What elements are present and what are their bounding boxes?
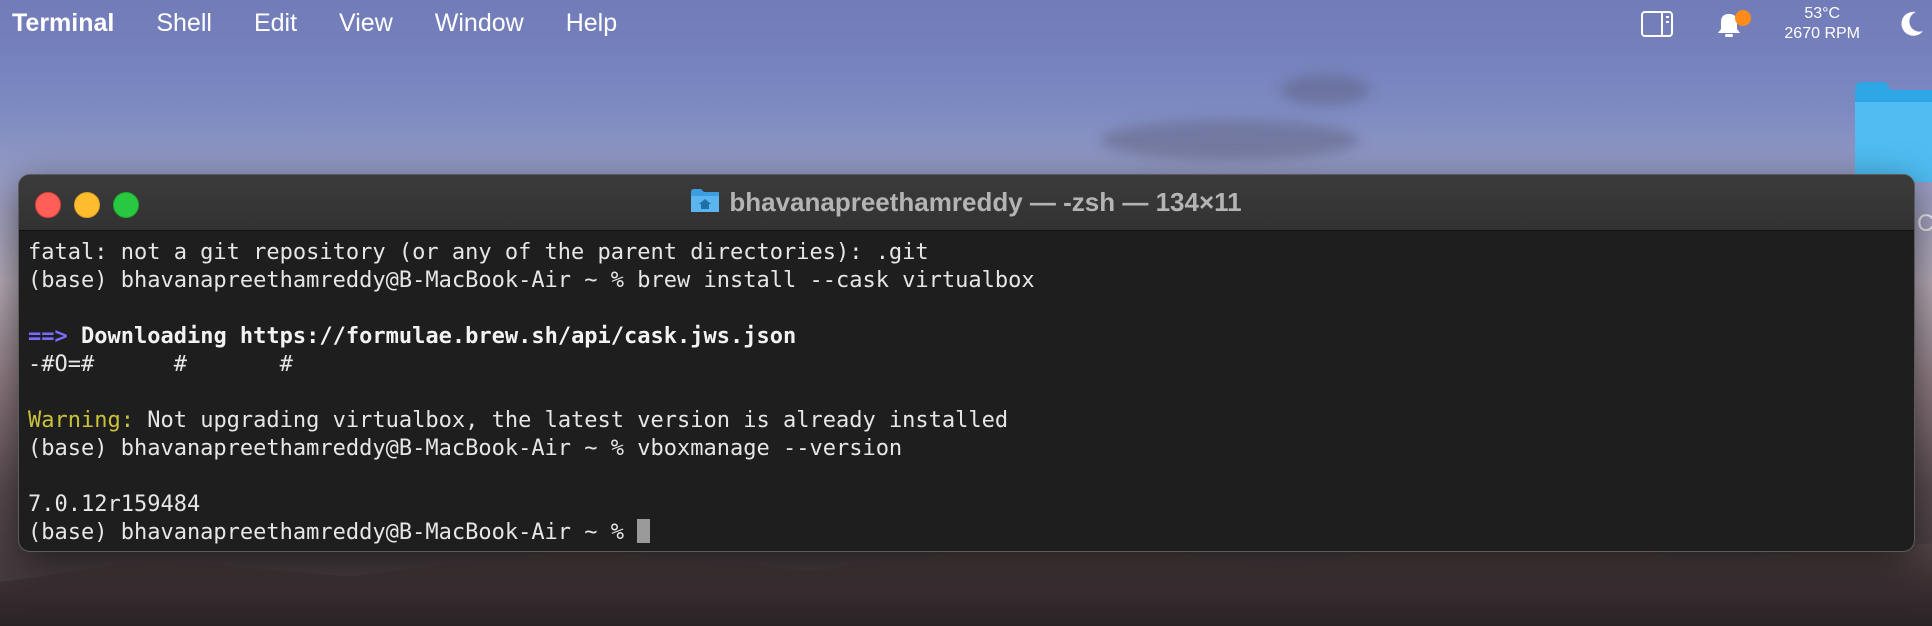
desktop-folder-icon[interactable]: [1855, 82, 1932, 182]
prompt-text: (base) bhavanapreethamreddy@B-MacBook-Ai…: [28, 520, 638, 545]
terminal-progress-line: -#O=# # #: [28, 352, 293, 377]
notification-bell-icon[interactable]: [1712, 9, 1752, 39]
menu-app-terminal[interactable]: Terminal: [12, 0, 114, 47]
menu-edit[interactable]: Edit: [254, 0, 297, 47]
menu-view[interactable]: View: [339, 0, 393, 47]
window-title: bhavanapreethamreddy — -zsh — 134×11: [729, 187, 1242, 217]
terminal-output[interactable]: fatal: not a git repository (or any of t…: [19, 231, 1914, 547]
brew-arrow: ==>: [28, 324, 68, 349]
terminal-line: (base) bhavanapreethamreddy@B-MacBook-Ai…: [28, 268, 1035, 293]
menu-shell[interactable]: Shell: [156, 0, 212, 47]
moon-icon[interactable]: [1896, 9, 1926, 39]
sidebar-icon[interactable]: [1640, 9, 1676, 39]
terminal-prompt-line[interactable]: (base) bhavanapreethamreddy@B-MacBook-Ai…: [28, 519, 1906, 547]
terminal-line: ==> Downloading https://formulae.brew.sh…: [28, 323, 1906, 351]
text-cursor: [637, 519, 651, 543]
fan-speed-readout: 2670 RPM: [1784, 24, 1860, 42]
menu-extras: 53°C 2670 RPM: [1640, 0, 1932, 47]
warning-text: Not upgrading virtualbox, the latest ver…: [133, 408, 1009, 433]
home-folder-icon: [691, 188, 720, 217]
download-text: Downloading https://formulae.brew.sh/api…: [67, 324, 797, 349]
cloud: [1280, 75, 1370, 105]
menu-bar: Terminal Shell Edit View Window Help 53°…: [0, 0, 1932, 47]
menu-help[interactable]: Help: [566, 0, 617, 47]
terminal-line: fatal: not a git repository (or any of t…: [28, 240, 929, 265]
terminal-window[interactable]: bhavanapreethamreddy — -zsh — 134×11 fat…: [18, 174, 1915, 552]
temperature-readout: 53°C: [1804, 4, 1841, 22]
desktop-folder-label: C: [1917, 210, 1932, 237]
window-title-wrap: bhavanapreethamreddy — -zsh — 134×11: [19, 175, 1914, 230]
menu-window[interactable]: Window: [435, 0, 524, 47]
title-bar[interactable]: bhavanapreethamreddy — -zsh — 134×11: [19, 175, 1914, 231]
warning-label: Warning:: [28, 408, 134, 433]
system-stats[interactable]: 53°C 2670 RPM: [1784, 4, 1860, 44]
terminal-line: Warning: Not upgrading virtualbox, the l…: [28, 407, 1906, 435]
cloud: [1100, 120, 1360, 160]
terminal-line: 7.0.12r159484: [28, 492, 201, 517]
terminal-line: (base) bhavanapreethamreddy@B-MacBook-Ai…: [28, 436, 903, 461]
